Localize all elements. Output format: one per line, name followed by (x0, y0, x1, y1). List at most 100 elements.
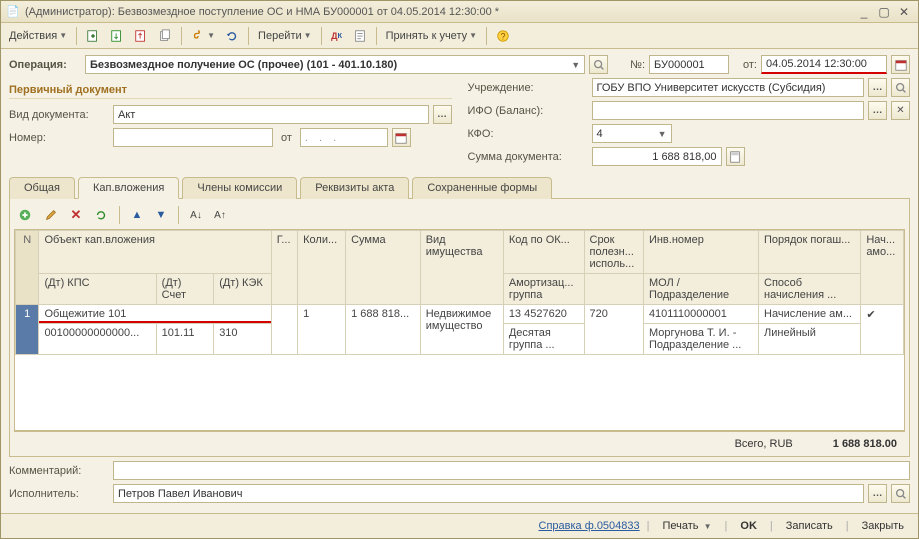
ifo-more-button[interactable]: … (868, 101, 887, 120)
goto-menu[interactable]: Перейти ▼ (254, 26, 316, 46)
doc-type-more-button[interactable]: … (433, 105, 452, 124)
cell-dt-kps[interactable]: 00100000000000... (39, 324, 156, 355)
executor-field[interactable]: Петров Павел Иванович (113, 484, 864, 503)
undo-icon[interactable] (221, 26, 243, 46)
operation-field[interactable]: Безвозмездное получение ОС (прочее) (101… (85, 55, 585, 74)
col-n[interactable]: N (16, 231, 39, 305)
col-dt-kps[interactable]: (Дт) КПС (39, 274, 156, 305)
number-field[interactable]: БУ000001 (649, 55, 729, 74)
tab-act-details[interactable]: Реквизиты акта (300, 177, 409, 199)
primary-doc-section: Первичный документ (9, 82, 452, 99)
col-dt-kek[interactable]: (Дт) КЭК (214, 274, 272, 305)
actions-menu[interactable]: Действия ▼ (5, 26, 71, 46)
executor-open-button[interactable] (891, 484, 910, 503)
docsum-value: 1 688 818,00 (652, 151, 716, 163)
col-method[interactable]: Способ начисления ... (759, 274, 861, 305)
cell-prop[interactable]: Недвижимое имущество (420, 305, 503, 355)
edit-row-icon[interactable] (40, 205, 62, 225)
maximize-button[interactable]: ▢ (874, 4, 894, 20)
sort-asc-icon[interactable]: A↓ (186, 205, 206, 225)
institution-label: Учреждение: (468, 82, 588, 94)
grid-row[interactable]: 1 Общежитие 101 1 1 688 818... Недвижимо… (16, 305, 904, 324)
print-menu[interactable]: Печать ▼ (657, 518, 718, 534)
cell-qty[interactable]: 1 (298, 305, 346, 355)
cell-sum[interactable]: 1 688 818... (346, 305, 421, 355)
date-field[interactable]: 04.05.2014 12:30:00 (761, 55, 887, 74)
calculator-button[interactable] (726, 147, 745, 166)
delete-row-icon[interactable]: ✕ (66, 205, 86, 225)
ok-button[interactable]: OK (734, 518, 763, 534)
save-button[interactable]: Записать (780, 518, 839, 534)
col-g[interactable]: Г... (271, 231, 297, 305)
ifo-field[interactable] (592, 101, 865, 120)
copy-icon[interactable] (154, 26, 176, 46)
comment-field[interactable] (113, 461, 910, 480)
institution-more-button[interactable]: … (868, 78, 887, 97)
cell-mol[interactable]: Моргунова Т. И. - Подразделение ... (643, 324, 758, 355)
cell-nach[interactable]: ✔ (861, 305, 904, 355)
doc-date-field[interactable]: . . . (300, 128, 388, 147)
operation-select-button[interactable] (589, 55, 608, 74)
move-up-icon[interactable]: ▲ (127, 205, 147, 225)
institution-open-button[interactable] (891, 78, 910, 97)
cell-dt-kek[interactable]: 310 (214, 324, 272, 355)
date-picker-button[interactable] (891, 55, 910, 74)
import-icon[interactable] (130, 26, 152, 46)
col-life[interactable]: Срок полезн... исполь... (584, 231, 643, 274)
tab-general[interactable]: Общая (9, 177, 75, 199)
help-icon[interactable]: ? (492, 26, 514, 46)
chevron-down-icon: ▼ (59, 31, 67, 40)
cell-order[interactable]: Начисление ам... (759, 305, 861, 324)
institution-field[interactable]: ГОБУ ВПО Университет искусств (Субсидия) (592, 78, 865, 97)
col-nach[interactable]: Нач... амо... (861, 231, 904, 305)
report-icon[interactable] (349, 26, 371, 46)
dk-icon[interactable]: ДК (327, 26, 347, 46)
attachment-icon[interactable]: ▼ (187, 26, 219, 46)
kfo-field[interactable]: 4 ▼ (592, 124, 672, 143)
docsum-field[interactable]: 1 688 818,00 (592, 147, 722, 166)
chevron-down-icon[interactable]: ▼ (658, 129, 667, 139)
tab-capital[interactable]: Кап.вложения (78, 177, 179, 199)
add-row-icon[interactable] (14, 205, 36, 225)
col-mol[interactable]: МОЛ / Подразделение (643, 274, 758, 305)
cell-life[interactable]: 720 (584, 305, 643, 355)
move-down-icon[interactable]: ▼ (151, 205, 171, 225)
col-inv[interactable]: Инв.номер (643, 231, 758, 274)
cell-object[interactable]: Общежитие 101 (39, 305, 271, 324)
close-button[interactable]: ✕ (894, 4, 914, 20)
executor-more-button[interactable]: … (868, 484, 887, 503)
doc-type-field[interactable]: Акт (113, 105, 429, 124)
col-sum[interactable]: Сумма (346, 231, 421, 305)
close-footer-button[interactable]: Закрыть (856, 518, 910, 534)
sort-desc-icon[interactable]: A↑ (210, 205, 230, 225)
tab-commission[interactable]: Члены комиссии (182, 177, 297, 199)
kfo-value: 4 (597, 128, 603, 140)
col-qty[interactable]: Коли... (298, 231, 346, 305)
doc-number-field[interactable] (113, 128, 273, 147)
col-amort-group[interactable]: Амортизац... группа (503, 274, 584, 305)
col-life2[interactable] (584, 274, 643, 305)
col-okof[interactable]: Код по ОК... (503, 231, 584, 274)
reference-link[interactable]: Справка ф.0504833 (539, 520, 640, 532)
minimize-button[interactable]: _ (854, 4, 874, 20)
cell-inv[interactable]: 4101110000001 (643, 305, 758, 324)
chevron-down-icon[interactable]: ▼ (571, 60, 580, 70)
cell-okof[interactable]: 13 4527620 (503, 305, 584, 324)
cell-amort-group[interactable]: Десятая группа ... (503, 324, 584, 355)
operation-label: Операция: (9, 59, 81, 71)
refresh-icon[interactable] (90, 205, 112, 225)
col-dt-schet[interactable]: (Дт) Счет (156, 274, 214, 305)
doc-date-picker-button[interactable] (392, 128, 411, 147)
tab-saved-forms[interactable]: Сохраненные формы (412, 177, 552, 199)
col-prop[interactable]: Вид имущества (420, 231, 503, 305)
ifo-clear-button[interactable]: ✕ (891, 101, 910, 120)
accept-button[interactable]: Принять к учету ▼ (382, 26, 481, 46)
col-object[interactable]: Объект кап.вложения (39, 231, 271, 274)
cell-g[interactable] (271, 305, 297, 355)
capital-grid[interactable]: N Объект кап.вложения Г... Коли... Сумма… (14, 229, 905, 431)
cell-dt-schet[interactable]: 101.11 (156, 324, 214, 355)
export-icon[interactable] (106, 26, 128, 46)
col-order[interactable]: Порядок погаш... (759, 231, 861, 274)
add-doc-icon[interactable] (82, 26, 104, 46)
cell-method[interactable]: Линейный (759, 324, 861, 355)
